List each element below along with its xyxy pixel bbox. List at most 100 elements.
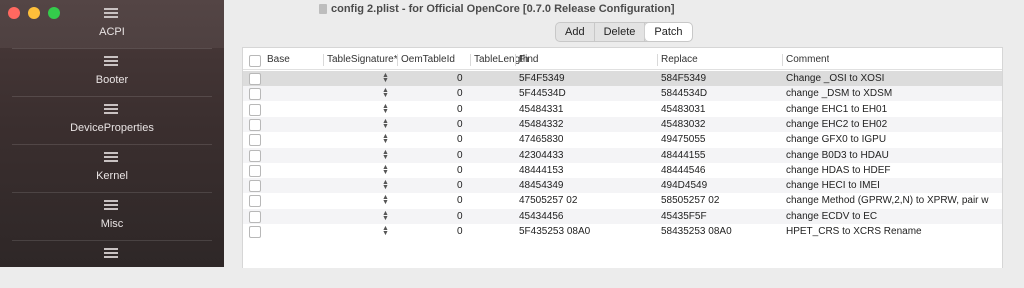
- sidebar-item-more[interactable]: [0, 240, 224, 288]
- column-header-comment[interactable]: Comment: [786, 51, 829, 69]
- find-cell[interactable]: 48444153: [519, 163, 564, 178]
- replace-cell[interactable]: 58435253 08A0: [661, 224, 732, 239]
- table-length-cell[interactable]: 0: [457, 163, 463, 178]
- tab-add[interactable]: Add: [556, 23, 595, 41]
- comment-cell[interactable]: change _DSM to XDSM: [786, 86, 1000, 101]
- window-title: config 2.plist - for Official OpenCore […: [331, 3, 675, 15]
- signature-stepper-icon[interactable]: ▲ ▼: [382, 118, 389, 130]
- comment-cell[interactable]: change HECI to IMEI: [786, 178, 1000, 193]
- signature-stepper-icon[interactable]: ▲ ▼: [382, 164, 389, 176]
- comment-cell[interactable]: change EHC2 to EH02: [786, 117, 1000, 132]
- replace-cell[interactable]: 49475055: [661, 132, 706, 147]
- replace-cell[interactable]: 48444546: [661, 163, 706, 178]
- signature-stepper-icon[interactable]: ▲ ▼: [382, 133, 389, 145]
- table-row[interactable]: ▲ ▼ 0 42304433 48444155 change B0D3 to HDAU: [243, 147, 1002, 163]
- replace-cell[interactable]: 45435F5F: [661, 209, 707, 224]
- table-row[interactable]: ▲ ▼ 0 5F44534D 5844534D change _DSM to XDSM: [243, 86, 1002, 102]
- comment-cell[interactable]: change HDAS to HDEF: [786, 163, 1000, 178]
- select-all-checkbox[interactable]: [249, 55, 261, 67]
- base-checkbox[interactable]: [249, 149, 261, 162]
- find-cell[interactable]: 5F4F5349: [519, 71, 565, 86]
- comment-cell[interactable]: change EHC1 to EH01: [786, 102, 1000, 117]
- base-checkbox[interactable]: [249, 210, 261, 223]
- base-checkbox[interactable]: [249, 73, 261, 85]
- table-length-cell[interactable]: 0: [457, 209, 463, 224]
- find-cell[interactable]: 5F44534D: [519, 86, 566, 101]
- sidebar-divider: [12, 192, 212, 193]
- signature-stepper-icon[interactable]: ▲ ▼: [382, 103, 389, 115]
- signature-stepper-icon[interactable]: ▲ ▼: [382, 225, 389, 237]
- find-cell[interactable]: 47505257 02: [519, 193, 577, 208]
- table-length-cell[interactable]: 0: [457, 193, 463, 208]
- table-row[interactable]: ▲ ▼ 0 48454349 494D4549 change HECI to IMEI: [243, 178, 1002, 194]
- table-row[interactable]: ▲ ▼ 0 45484331 45483031 change EHC1 to EH01: [243, 102, 1002, 117]
- column-header-find[interactable]: Find: [519, 51, 538, 69]
- sidebar-item-misc[interactable]: Misc: [0, 192, 224, 240]
- signature-stepper-icon[interactable]: ▲ ▼: [382, 72, 389, 84]
- replace-cell[interactable]: 58505257 02: [661, 193, 719, 208]
- sidebar-item-kernel[interactable]: Kernel: [0, 144, 224, 192]
- base-checkbox[interactable]: [249, 180, 261, 193]
- base-checkbox[interactable]: [249, 118, 261, 131]
- patch-table: Base TableSignature* OemTableId TableLen…: [242, 47, 1003, 268]
- sidebar-item-deviceproperties[interactable]: DeviceProperties: [0, 96, 224, 144]
- comment-cell[interactable]: change ECDV to EC: [786, 209, 1000, 224]
- comment-cell[interactable]: change B0D3 to HDAU: [786, 148, 1000, 163]
- base-checkbox[interactable]: [249, 103, 261, 116]
- find-cell[interactable]: 48454349: [519, 178, 564, 193]
- replace-cell[interactable]: 584F5349: [661, 71, 706, 86]
- base-checkbox[interactable]: [249, 88, 261, 101]
- comment-cell[interactable]: change GFX0 to IGPU: [786, 132, 1000, 147]
- base-checkbox[interactable]: [249, 226, 261, 238]
- replace-cell[interactable]: 5844534D: [661, 86, 707, 101]
- sidebar-divider: [12, 48, 212, 49]
- signature-stepper-icon[interactable]: ▲ ▼: [382, 87, 389, 99]
- table-length-cell[interactable]: 0: [457, 86, 463, 101]
- table-header: Base TableSignature* OemTableId TableLen…: [243, 51, 1002, 70]
- replace-cell[interactable]: 45483031: [661, 102, 706, 117]
- find-cell[interactable]: 42304433: [519, 148, 564, 163]
- table-row[interactable]: ▲ ▼ 0 48444153 48444546 change HDAS to HDEF: [243, 163, 1002, 178]
- signature-stepper-icon[interactable]: ▲ ▼: [382, 179, 389, 191]
- find-cell[interactable]: 5F435253 08A0: [519, 224, 590, 239]
- table-length-cell[interactable]: 0: [457, 102, 463, 117]
- find-cell[interactable]: 47465830: [519, 132, 564, 147]
- sidebar-item-label: DeviceProperties: [70, 122, 154, 134]
- table-row[interactable]: ▲ ▼ 0 45434456 45435F5F change ECDV to EC: [243, 208, 1002, 224]
- comment-cell[interactable]: change Method (GPRW,2,N) to XPRW, pair w: [786, 193, 1000, 208]
- column-header-oemtableid[interactable]: OemTableId: [401, 51, 455, 69]
- comment-cell[interactable]: HPET_CRS to XCRS Rename: [786, 224, 1000, 239]
- signature-stepper-icon[interactable]: ▲ ▼: [382, 210, 389, 222]
- column-header-replace[interactable]: Replace: [661, 51, 698, 69]
- sidebar-item-acpi[interactable]: ACPI: [0, 0, 224, 48]
- base-checkbox[interactable]: [249, 195, 261, 208]
- base-checkbox[interactable]: [249, 134, 261, 147]
- comment-cell[interactable]: Change _OSI to XOSI: [786, 71, 1000, 86]
- find-cell[interactable]: 45484331: [519, 102, 564, 117]
- sidebar-divider: [12, 144, 212, 145]
- table-row[interactable]: ▲ ▼ 0 45484332 45483032 change EHC2 to EH02: [243, 116, 1002, 132]
- signature-stepper-icon[interactable]: ▲ ▼: [382, 194, 389, 206]
- table-length-cell[interactable]: 0: [457, 178, 463, 193]
- table-row[interactable]: ▲ ▼ 0 47505257 02 58505257 02 change Method (…: [243, 193, 1002, 208]
- find-cell[interactable]: 45484332: [519, 117, 564, 132]
- table-length-cell[interactable]: 0: [457, 71, 463, 86]
- base-checkbox[interactable]: [249, 164, 261, 177]
- table-length-cell[interactable]: 0: [457, 132, 463, 147]
- replace-cell[interactable]: 45483032: [661, 117, 706, 132]
- column-header-tablesignature[interactable]: TableSignature*: [327, 51, 398, 69]
- replace-cell[interactable]: 48444155: [661, 148, 706, 163]
- table-length-cell[interactable]: 0: [457, 148, 463, 163]
- table-length-cell[interactable]: 0: [457, 224, 463, 239]
- replace-cell[interactable]: 494D4549: [661, 178, 707, 193]
- tab-patch[interactable]: Patch: [645, 23, 692, 41]
- find-cell[interactable]: 45434456: [519, 209, 564, 224]
- table-row[interactable]: ▲ ▼ 0 5F4F5349 584F5349 Change _OSI to XOSI: [243, 71, 1002, 86]
- table-row[interactable]: ▲ ▼ 0 47465830 49475055 change GFX0 to IGPU: [243, 132, 1002, 147]
- signature-stepper-icon[interactable]: ▲ ▼: [382, 149, 389, 161]
- tab-delete[interactable]: Delete: [595, 23, 646, 41]
- sidebar-item-booter[interactable]: Booter: [0, 48, 224, 96]
- column-header-base[interactable]: Base: [267, 51, 290, 69]
- table-length-cell[interactable]: 0: [457, 117, 463, 132]
- table-row[interactable]: ▲ ▼ 0 5F435253 08A0 58435253 08A0 HPET_CRS to…: [243, 224, 1002, 239]
